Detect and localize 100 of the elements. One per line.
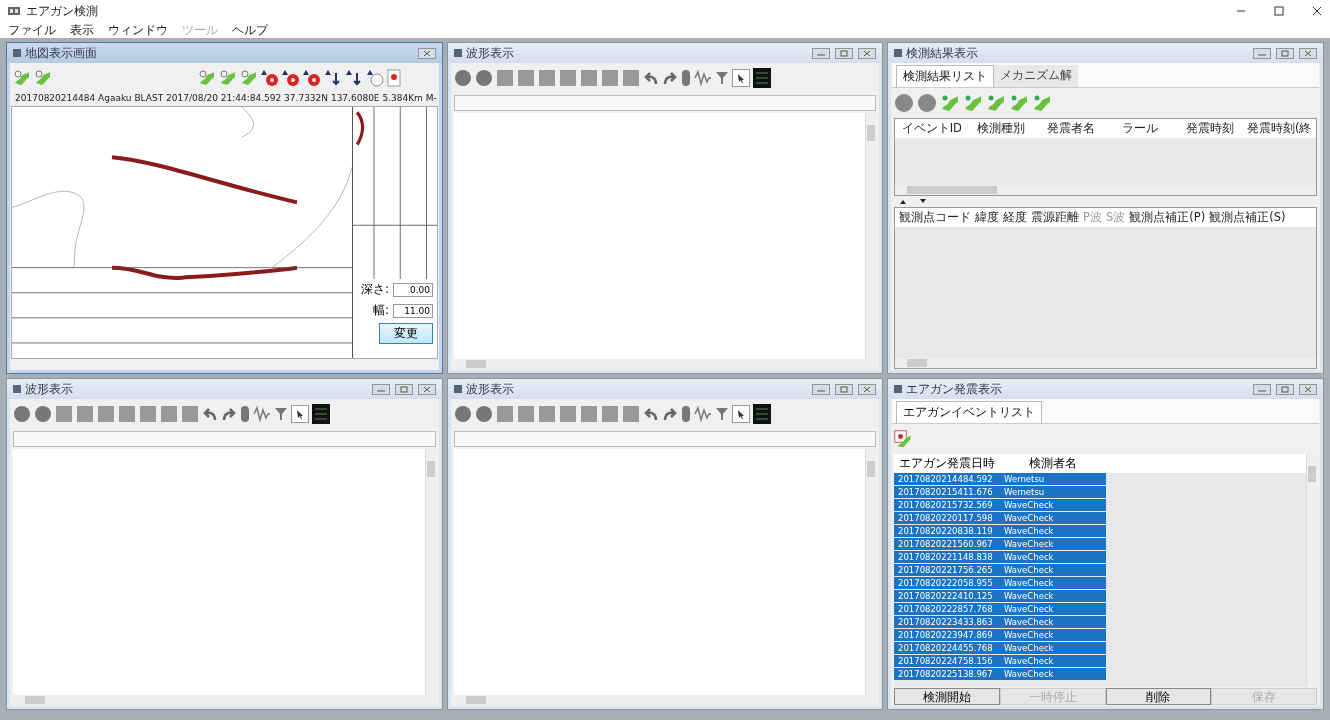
table-row[interactable]: 20170820220838.119 WaveCheck: [894, 525, 1106, 538]
table-row[interactable]: 20170820222058.955 WaveCheck: [894, 577, 1106, 590]
table-row[interactable]: 20170820223433.863 WaveCheck: [894, 616, 1106, 629]
tab[interactable]: 検測結果リスト: [896, 65, 994, 87]
apply-button[interactable]: 変更: [379, 323, 433, 344]
square-button-icon[interactable]: [496, 405, 514, 423]
table-row[interactable]: 20170820215411.676 Wernetsu: [894, 486, 1106, 499]
cursor-icon[interactable]: [732, 405, 750, 423]
square-button-icon[interactable]: [601, 405, 619, 423]
tab[interactable]: エアガンイベントリスト: [896, 401, 1042, 423]
map-tool-icon[interactable]: [1009, 93, 1029, 113]
square-button-icon[interactable]: [517, 405, 535, 423]
menu-item[interactable]: ファイル: [8, 21, 56, 39]
mouse-icon[interactable]: [681, 405, 691, 423]
column-header[interactable]: エアガン発震日時: [894, 454, 1000, 473]
round-button-icon[interactable]: [34, 405, 52, 423]
column-header[interactable]: 検測種別: [968, 121, 1034, 136]
undo-icon[interactable]: [643, 70, 659, 86]
column-header[interactable]: 発震時刻(終: [1246, 121, 1312, 136]
square-button-icon[interactable]: [517, 69, 535, 87]
channel-field[interactable]: [454, 95, 876, 111]
round-button-icon[interactable]: [917, 93, 937, 113]
scroll-bar[interactable]: [1306, 454, 1317, 687]
table-row[interactable]: 20170820224758.156 WaveCheck: [894, 655, 1106, 668]
square-button-icon[interactable]: [538, 69, 556, 87]
menu-item[interactable]: ウィンドウ: [108, 21, 168, 39]
square-button-icon[interactable]: [97, 405, 115, 423]
filter-icon[interactable]: [715, 70, 729, 86]
column-header[interactable]: 観測点補正(S): [1209, 210, 1286, 225]
map-tool-icon[interactable]: [240, 69, 258, 87]
splitter-arrows-icon[interactable]: [898, 198, 928, 205]
table-row[interactable]: 20170820221756.265 WaveCheck: [894, 564, 1106, 577]
round-button-icon[interactable]: [13, 405, 31, 423]
filter-icon[interactable]: [715, 406, 729, 422]
map-tool-icon[interactable]: [198, 69, 216, 87]
table-row[interactable]: 20170820214484.592 Wernetsu: [894, 473, 1106, 486]
square-button-icon[interactable]: [496, 69, 514, 87]
map-pin-icon[interactable]: [894, 430, 912, 448]
scroll-bar[interactable]: [865, 449, 876, 695]
maximize-icon[interactable]: [1276, 47, 1294, 59]
action-button[interactable]: 削除: [1105, 688, 1212, 705]
minimize-icon[interactable]: [812, 47, 830, 59]
undo-icon[interactable]: [202, 406, 218, 422]
square-button-icon[interactable]: [559, 405, 577, 423]
minimize-icon[interactable]: [372, 383, 390, 395]
waveform-icon[interactable]: [694, 69, 712, 87]
map-tool-icon[interactable]: [963, 93, 983, 113]
undo-icon[interactable]: [643, 406, 659, 422]
minimize-icon[interactable]: [1253, 47, 1271, 59]
column-header[interactable]: 発震者名: [1038, 121, 1104, 136]
channel-field[interactable]: [454, 431, 876, 447]
table-row[interactable]: 20170820220117.598 WaveCheck: [894, 512, 1106, 525]
scroll-bar[interactable]: [895, 358, 1316, 368]
column-header[interactable]: 観測点補正(P): [1129, 210, 1206, 225]
scroll-bar[interactable]: [865, 113, 876, 359]
column-header[interactable]: 震源距離: [1031, 210, 1079, 225]
maximize-icon[interactable]: [1276, 383, 1294, 395]
square-button-icon[interactable]: [118, 405, 136, 423]
cursor-icon[interactable]: [291, 405, 309, 423]
mouse-icon[interactable]: [240, 405, 250, 423]
square-button-icon[interactable]: [76, 405, 94, 423]
redo-icon[interactable]: [662, 70, 678, 86]
waveform-icon[interactable]: [694, 405, 712, 423]
arrow-icon[interactable]: [345, 69, 363, 87]
column-header[interactable]: 経度: [1003, 210, 1027, 225]
menu-item[interactable]: 表示: [70, 21, 94, 39]
table-row[interactable]: 20170820225138.967 WaveCheck: [894, 668, 1106, 681]
action-button[interactable]: 検測開始: [894, 688, 1000, 705]
table-row[interactable]: 20170820223947.869 WaveCheck: [894, 629, 1106, 642]
redo-icon[interactable]: [221, 406, 237, 422]
map-tool-icon[interactable]: [219, 69, 237, 87]
minimize-icon[interactable]: [1253, 383, 1271, 395]
table-row[interactable]: 20170820222410.125 WaveCheck: [894, 590, 1106, 603]
channel-field[interactable]: [13, 431, 436, 447]
column-header[interactable]: 緯度: [975, 210, 999, 225]
maximize-icon[interactable]: [835, 47, 853, 59]
mouse-icon[interactable]: [681, 69, 691, 87]
round-button-icon[interactable]: [454, 405, 472, 423]
close-icon[interactable]: [1312, 6, 1322, 16]
table-row[interactable]: 20170820221148.838 WaveCheck: [894, 551, 1106, 564]
width-field[interactable]: 11.00: [393, 303, 433, 318]
minimize-icon[interactable]: [812, 383, 830, 395]
map-tool-icon[interactable]: [13, 69, 31, 87]
square-button-icon[interactable]: [559, 69, 577, 87]
map-tool-icon[interactable]: [1032, 93, 1052, 113]
square-button-icon[interactable]: [538, 405, 556, 423]
column-header[interactable]: イベントID: [899, 121, 965, 136]
waveform-icon[interactable]: [253, 405, 271, 423]
map-tool-icon[interactable]: [34, 69, 52, 87]
scroll-bar[interactable]: [425, 449, 436, 695]
square-button-icon[interactable]: [160, 405, 178, 423]
square-button-icon[interactable]: [139, 405, 157, 423]
column-header[interactable]: ラール: [1107, 121, 1173, 136]
map-tool-icon[interactable]: [940, 93, 960, 113]
column-header[interactable]: 発震時刻: [1177, 121, 1243, 136]
table-row[interactable]: 20170820215732.569 WaveCheck: [894, 499, 1106, 512]
cursor-icon[interactable]: [732, 69, 750, 87]
round-button-icon[interactable]: [894, 93, 914, 113]
tab[interactable]: メカニズム解: [994, 65, 1078, 87]
maximize-icon[interactable]: [395, 383, 413, 395]
